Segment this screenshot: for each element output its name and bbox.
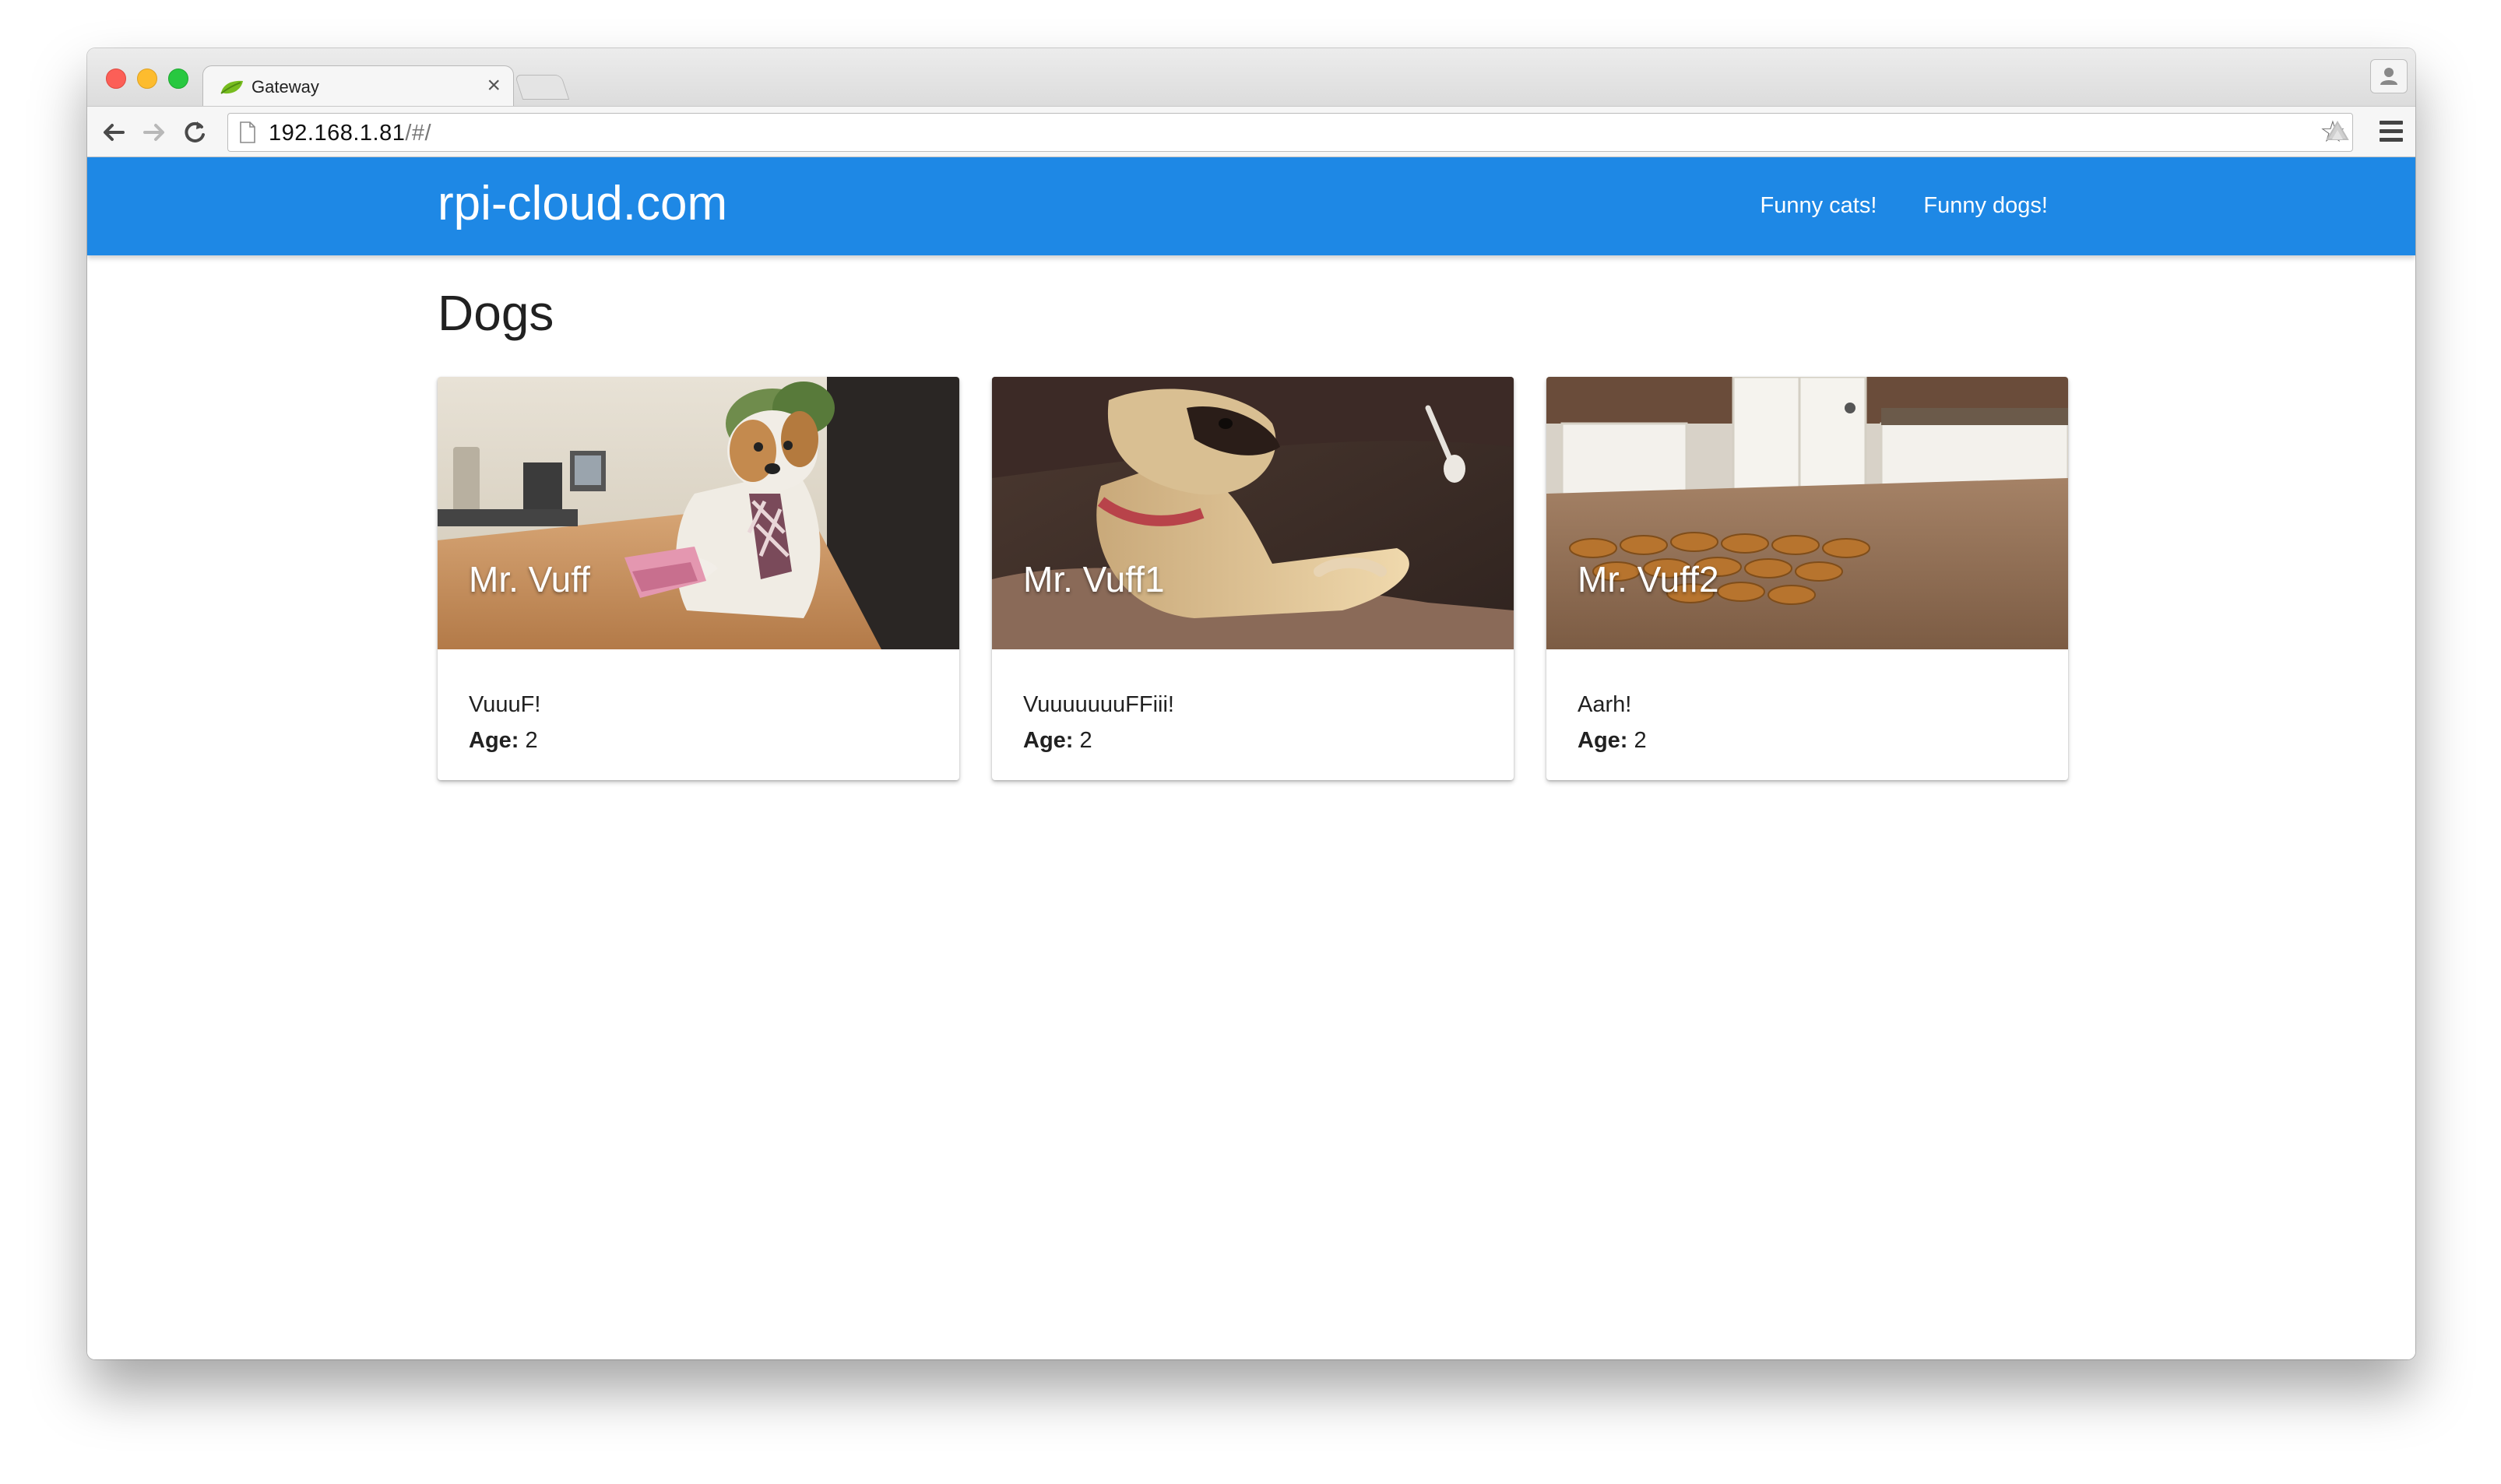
leaf-icon bbox=[220, 80, 243, 94]
card-title: Mr. Vuff1 bbox=[1023, 559, 1165, 600]
reload-icon[interactable] bbox=[179, 118, 210, 147]
card-body: VuuuF! Age: 2 bbox=[469, 687, 540, 758]
card-body: Aarh! Age: 2 bbox=[1578, 687, 1647, 758]
forward-arrow-icon[interactable] bbox=[139, 118, 170, 147]
dog-photo: Mr. Vuff1 bbox=[992, 377, 1514, 649]
nav-funny-cats[interactable]: Funny cats! bbox=[1760, 190, 1877, 221]
dog-card[interactable]: Mr. Vuff1 VuuuuuuuFFiii! Age: 2 bbox=[992, 377, 1514, 780]
url-path: /#/ bbox=[405, 121, 432, 146]
close-window-button[interactable] bbox=[106, 69, 126, 89]
age-label: Age: bbox=[1578, 728, 1628, 753]
card-age: Age: 2 bbox=[1578, 723, 1647, 758]
brand-link[interactable]: rpi-cloud.com bbox=[438, 174, 727, 234]
page-icon bbox=[240, 121, 255, 143]
age-value: 2 bbox=[1079, 728, 1092, 753]
age-label: Age: bbox=[469, 728, 519, 753]
dog-photo: Mr. Vuff2 bbox=[1546, 377, 2068, 649]
address-bar[interactable]: 192.168.1.81/#/ ☆ bbox=[227, 113, 2353, 152]
new-tab-button[interactable] bbox=[514, 75, 570, 100]
minimize-window-button[interactable] bbox=[137, 69, 157, 89]
person-icon bbox=[2380, 68, 2397, 85]
browser-window: Gateway × 192.168.1.81/#/ rpi-cloud.com … bbox=[87, 48, 2415, 1359]
age-label: Age: bbox=[1023, 728, 1074, 753]
card-age: Age: 2 bbox=[469, 723, 540, 758]
nav-funny-dogs[interactable]: Funny dogs! bbox=[1923, 190, 2048, 221]
browser-titlebar: Gateway × bbox=[87, 48, 2415, 107]
card-description: VuuuuuuuFFiii! bbox=[1023, 692, 1174, 717]
tab-title: Gateway bbox=[252, 77, 319, 97]
menu-icon[interactable] bbox=[2380, 121, 2403, 142]
age-value: 2 bbox=[1634, 728, 1647, 753]
card-title: Mr. Vuff2 bbox=[1578, 559, 1719, 600]
profile-icon[interactable] bbox=[2370, 59, 2408, 93]
browser-toolbar: 192.168.1.81/#/ ☆ bbox=[87, 106, 2415, 157]
card-description: Aarh! bbox=[1578, 692, 1632, 717]
tab-close-icon[interactable]: × bbox=[487, 72, 501, 99]
age-value: 2 bbox=[525, 728, 538, 753]
card-age: Age: 2 bbox=[1023, 723, 1174, 758]
zoom-window-button[interactable] bbox=[168, 69, 188, 89]
page-viewport: rpi-cloud.com Funny cats! Funny dogs! Do… bbox=[87, 157, 2415, 1359]
dog-card[interactable]: Mr. Vuff2 Aarh! Age: 2 bbox=[1546, 377, 2068, 780]
dog-photo: Mr. Vuff bbox=[438, 377, 959, 649]
page-title: Dogs bbox=[438, 285, 554, 341]
card-body: VuuuuuuuFFiii! Age: 2 bbox=[1023, 687, 1174, 758]
extension-icon[interactable] bbox=[2322, 118, 2353, 147]
url-host: 192.168.1.81 bbox=[269, 121, 406, 146]
site-header: rpi-cloud.com Funny cats! Funny dogs! bbox=[87, 157, 2415, 255]
url-text[interactable]: 192.168.1.81/#/ bbox=[269, 120, 431, 146]
card-title: Mr. Vuff bbox=[469, 559, 590, 600]
back-arrow-icon[interactable] bbox=[98, 118, 129, 147]
site-nav: Funny cats! Funny dogs! bbox=[1760, 190, 2048, 221]
card-description: VuuuF! bbox=[469, 692, 541, 717]
dog-card[interactable]: Mr. Vuff VuuuF! Age: 2 bbox=[438, 377, 959, 780]
browser-tab-active[interactable]: Gateway × bbox=[202, 65, 514, 107]
